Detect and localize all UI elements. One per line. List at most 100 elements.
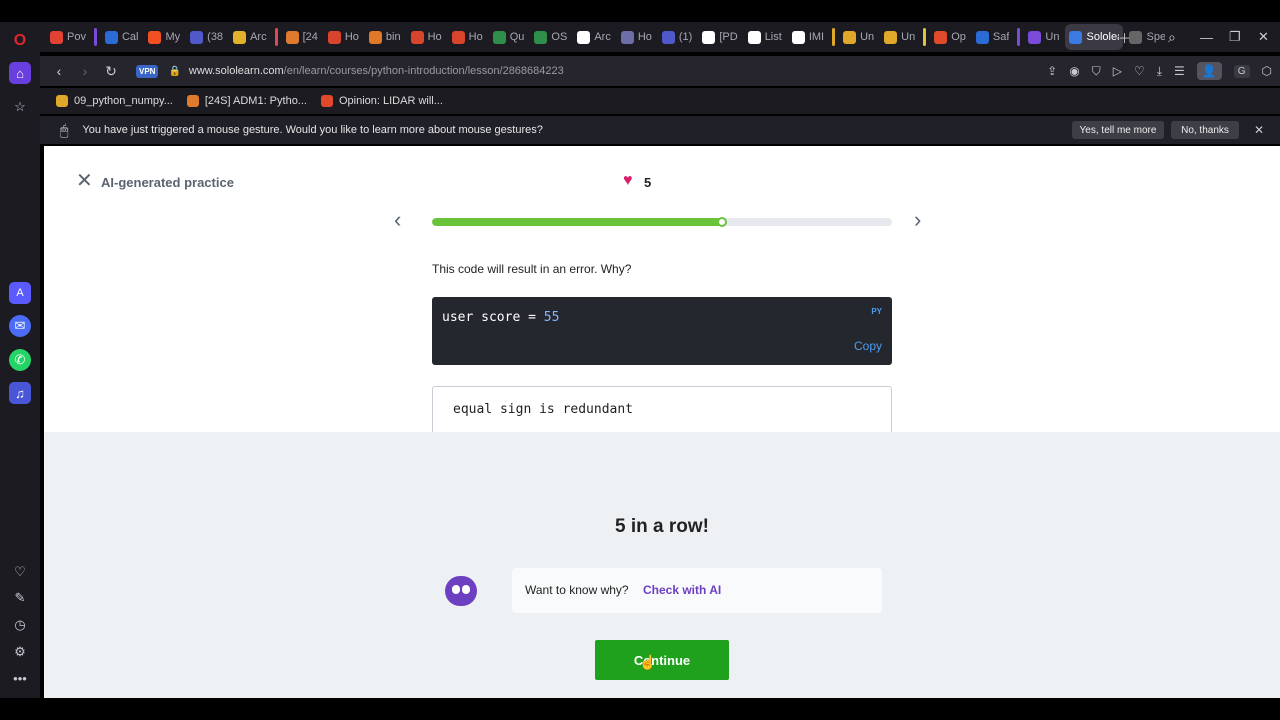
extension-g-icon[interactable]: G — [1233, 64, 1250, 78]
browser-tab[interactable]: bin — [365, 24, 405, 50]
browser-tab[interactable]: Pov — [46, 24, 90, 50]
home-icon[interactable]: ⌂ — [9, 62, 31, 84]
heart-outline-icon[interactable]: ♡ — [9, 561, 31, 583]
code-block: user score = 55 PY Copy — [432, 297, 892, 365]
close-notification-icon[interactable]: ✕ — [1254, 123, 1264, 137]
heart-icon[interactable]: ♡ — [1134, 64, 1145, 78]
browser-tab[interactable]: Ho — [324, 24, 363, 50]
browser-tab[interactable]: (1) — [658, 24, 696, 50]
aria-icon[interactable]: A — [9, 282, 31, 304]
tab-label: [PD — [719, 31, 738, 43]
tab-label: IMI — [808, 31, 825, 43]
browser-tab[interactable]: Un — [880, 24, 919, 50]
tab-label: Saf — [992, 31, 1010, 43]
previous-chevron-icon[interactable]: ‹ — [394, 209, 401, 231]
browser-tab[interactable]: Ho — [617, 24, 656, 50]
easy-setup-icon[interactable]: ☰ — [1174, 64, 1185, 78]
tab-favicon-icon — [534, 30, 548, 44]
next-chevron-icon[interactable]: › — [914, 209, 921, 231]
new-tab-icon[interactable]: ＋ — [1118, 22, 1131, 52]
tab-label: [24 — [302, 31, 318, 43]
tab-label: Un — [1045, 31, 1060, 43]
more-dots-icon[interactable]: ••• — [9, 667, 31, 689]
bookmark-item[interactable]: 09_python_numpy... — [56, 95, 173, 107]
mascot-left-eye — [452, 585, 460, 594]
answer-option[interactable]: equal sign is redundant — [432, 386, 892, 438]
yes-tell-me-more-button[interactable]: Yes, tell me more — [1072, 121, 1164, 139]
forward-icon[interactable]: › — [72, 63, 98, 79]
copy-button[interactable]: Copy — [854, 339, 882, 353]
browser-tab[interactable]: Saf — [972, 24, 1014, 50]
browser-tab[interactable]: Sololea — [1065, 24, 1124, 50]
music-icon[interactable]: ♫ — [9, 382, 31, 404]
tab-favicon-icon — [285, 30, 299, 44]
check-with-ai-link[interactable]: Check with AI — [643, 583, 721, 597]
shield-icon[interactable]: ⛉ — [1092, 64, 1101, 79]
tab-label: Qu — [509, 31, 525, 43]
browser-tab[interactable]: Un — [1024, 24, 1063, 50]
browser-tab[interactable]: My — [144, 24, 184, 50]
tab-label: Un — [860, 31, 875, 43]
opera-logo-icon[interactable]: O — [9, 30, 31, 52]
tab-label: Ho — [344, 31, 359, 43]
minimize-icon[interactable]: — — [1200, 22, 1213, 52]
close-window-icon[interactable]: ✕ — [1258, 22, 1269, 52]
bookmark-item[interactable]: [24S] ADM1: Pytho... — [186, 95, 307, 107]
play-icon[interactable]: ▷ — [1113, 64, 1122, 78]
tab-favicon-icon — [1028, 30, 1042, 44]
edit-icon[interactable]: ✎ — [9, 587, 31, 609]
whatsapp-icon[interactable]: ✆ — [9, 349, 31, 371]
tab-favicon-icon — [410, 30, 424, 44]
back-icon[interactable]: ‹ — [46, 63, 72, 79]
browser-tab[interactable]: Ho — [448, 24, 487, 50]
browser-tab[interactable]: List — [744, 24, 786, 50]
browser-tab[interactable]: Un — [839, 24, 878, 50]
tab-strip: Pov Cal My (38 Arc [24 Ho bin Ho Ho Qu OS Arc Ho (1) [P… — [40, 24, 1169, 50]
no-thanks-button[interactable]: No, thanks — [1171, 121, 1239, 139]
tab-label: My — [165, 31, 181, 43]
browser-tab[interactable]: IMI — [788, 24, 828, 50]
browser-tab[interactable]: Arc — [573, 24, 615, 50]
star-icon[interactable]: ☆ — [9, 96, 31, 118]
browser-tab[interactable]: (38 — [186, 24, 227, 50]
restore-icon[interactable]: ❐ — [1229, 22, 1241, 52]
browser-tab[interactable]: Cal — [101, 24, 143, 50]
browser-tab[interactable]: [24 — [282, 24, 322, 50]
browser-tab[interactable]: Qu — [489, 24, 529, 50]
reload-icon[interactable]: ↻ — [98, 63, 124, 80]
browser-tab[interactable]: Arc — [229, 24, 271, 50]
tab-favicon-icon — [451, 30, 465, 44]
continue-button[interactable]: Continue — [595, 640, 729, 680]
messenger-icon[interactable]: ✉ — [9, 315, 31, 337]
browser-tab[interactable]: Ho — [407, 24, 446, 50]
history-icon[interactable]: ◷ — [9, 614, 31, 636]
browser-tab[interactable]: Spe — [1125, 24, 1169, 50]
vpn-badge[interactable]: VPN — [136, 64, 159, 78]
browser-tab[interactable]: OS — [530, 24, 571, 50]
camera-icon[interactable]: ◉ — [1069, 64, 1079, 78]
code-line: user score = 55 — [442, 310, 559, 325]
tab-label: List — [764, 31, 782, 43]
bookmarks-bar: 09_python_numpy... [24S] ADM1: Pytho... Op… — [40, 88, 1280, 114]
tab-label: (38 — [207, 31, 224, 43]
mouse-gesture-notification: 🖱 You have just triggered a mouse gestur… — [40, 116, 1280, 144]
browser-tab[interactable]: [PD — [698, 24, 741, 50]
extensions-cube-icon[interactable]: ⬡ — [1262, 64, 1272, 78]
tab-label: Cal — [121, 31, 139, 43]
browser-tab[interactable]: Op — [930, 24, 970, 50]
bookmark-item[interactable]: Opinion: LIDAR will... — [320, 95, 443, 107]
tab-favicon-icon — [190, 30, 204, 44]
close-lesson-icon[interactable]: ✕ — [76, 171, 93, 191]
profile-icon[interactable]: 👤 — [1196, 62, 1222, 80]
download-icon[interactable]: ⤓ — [1157, 64, 1162, 79]
question-text: This code will result in an error. Why? — [432, 262, 632, 276]
share-icon[interactable]: ⇪ — [1047, 64, 1057, 78]
tab-favicon-icon — [1069, 30, 1083, 44]
mouse-icon: 🖱 — [60, 121, 69, 138]
search-tabs-icon[interactable]: ⌕ — [1168, 22, 1176, 52]
progress-fill — [432, 218, 722, 226]
address-bar: ‹ › ↻ VPN 🔒 www.sololearn.com/en/learn/c… — [40, 56, 1280, 86]
settings-gear-icon[interactable]: ⚙ — [9, 641, 31, 663]
tab-label: (1) — [678, 31, 693, 43]
url-field[interactable]: www.sololearn.com/en/learn/courses/pytho… — [189, 65, 564, 77]
